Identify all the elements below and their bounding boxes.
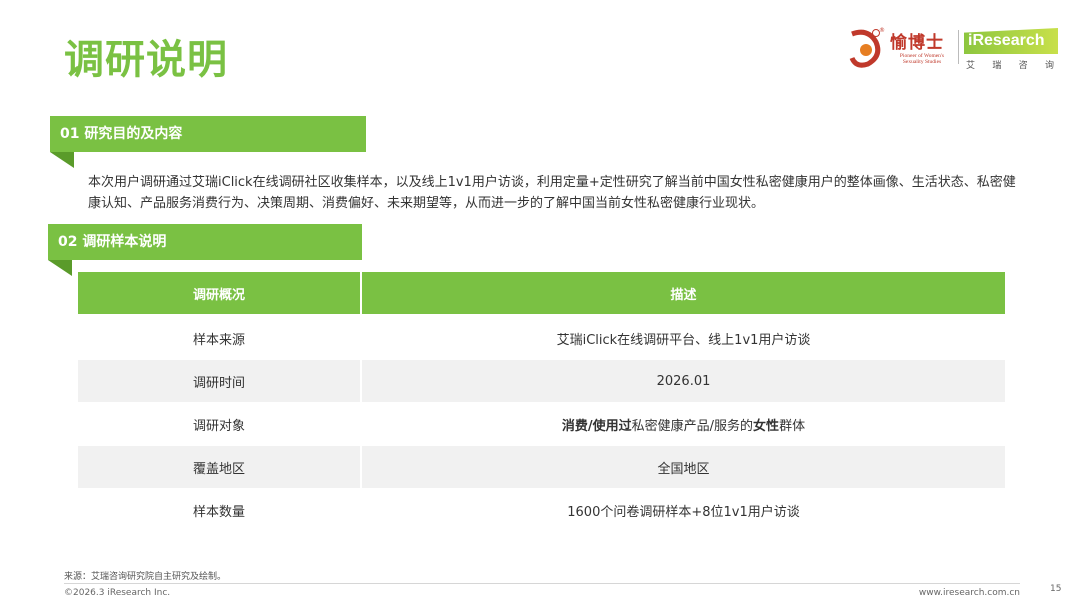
registered-mark: ® [879,27,885,34]
ir-sub-char: 咨 [1018,61,1028,71]
value-text: 群体 [779,418,806,434]
partner-logo-tagline: Pioneer of Women's Sexuality Studies [899,53,945,65]
iresearch-logo: iResearch [964,28,1058,54]
ir-sub-char: 瑞 [992,61,1002,71]
value-emphasis: 消费/使用过 [561,418,632,434]
table-row: 覆盖地区 全国地区 [78,446,1005,488]
section1-heading: 01 研究目的及内容 [50,116,366,152]
table-header-cell: 调研概况 [78,272,360,314]
footer-divider [64,583,1020,584]
row-value: 1600个问卷调研样本+8位1v1用户访谈 [362,489,1005,531]
table-header-cell: 描述 [362,272,1005,314]
row-value: 消费/使用过 私密健康产品/服务的 女性 群体 [362,403,1005,445]
table-row: 调研对象 消费/使用过 私密健康产品/服务的 女性 群体 [78,403,1005,445]
row-value: 2026.01 [362,360,1005,402]
ir-sub-char: 询 [1044,61,1054,71]
row-label: 调研对象 [78,403,360,445]
row-label: 样本来源 [78,317,360,359]
value-text: 私密健康产品/服务的 [631,418,754,434]
iresearch-subtitle: 艾 瑞 咨 询 [966,58,1054,71]
partner-logo-name: 愉博士 [890,33,944,53]
ir-sub-char: 艾 [966,61,976,71]
table-row: 样本数量 1600个问卷调研样本+8位1v1用户访谈 [78,489,1005,531]
row-label: 覆盖地区 [78,446,360,488]
logo-divider [958,30,959,64]
section1-body: 本次用户调研通过艾瑞iClick在线调研社区收集样本，以及线上1v1用户访谈，利… [88,175,1016,211]
logo-area: ® 愉博士 Pioneer of Women's Sexuality Studi… [846,26,1058,72]
table-header-row: 调研概况 描述 [78,272,1005,314]
website-link[interactable]: www.iresearch.com.cn [919,588,1020,598]
row-value: 全国地区 [362,446,1005,488]
table-row: 样本来源 艾瑞iClick在线调研平台、线上1v1用户访谈 [78,317,1005,359]
section1-heading-tab [50,152,74,168]
value-emphasis: 女性 [753,418,780,434]
source-note: 来源：艾瑞咨询研究院自主研究及绘制。 [64,572,227,582]
table-row: 调研时间 2026.01 [78,360,1005,402]
copyright: ©2026.3 iResearch Inc. [64,588,171,598]
row-label: 样本数量 [78,489,360,531]
section2-heading: 02 调研样本说明 [48,224,362,260]
row-label: 调研时间 [78,360,360,402]
page-number: 15 [1050,584,1062,594]
row-value: 艾瑞iClick在线调研平台、线上1v1用户访谈 [362,317,1005,359]
sample-table: 调研概况 描述 样本来源 艾瑞iClick在线调研平台、线上1v1用户访谈 调研… [78,272,1005,532]
page-title: 调研说明 [64,37,228,83]
section2-heading-tab [48,260,72,276]
